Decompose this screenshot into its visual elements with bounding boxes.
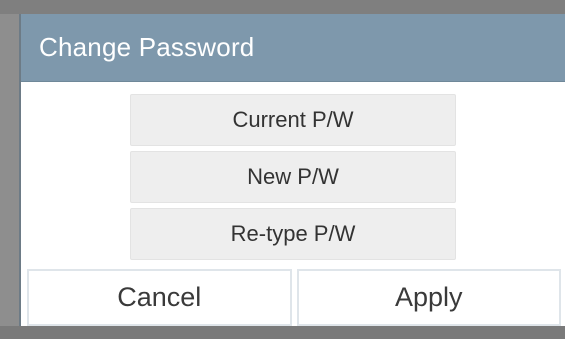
dialog-titlebar: Change Password <box>21 14 565 82</box>
dialog-title: Change Password <box>39 32 255 62</box>
apply-button[interactable]: Apply <box>296 269 561 326</box>
dialog-buttons: Cancel Apply <box>27 269 561 326</box>
change-password-dialog: Change Password Current P/W New P/W Re-t… <box>19 14 565 326</box>
background-overlay-top <box>0 0 565 14</box>
new-password-field[interactable]: New P/W <box>130 151 456 203</box>
password-fields: Current P/W New P/W Re-type P/W <box>130 94 456 265</box>
background-overlay-bottom <box>0 326 565 339</box>
screen: Change Password Current P/W New P/W Re-t… <box>0 0 565 339</box>
cancel-button[interactable]: Cancel <box>27 269 292 326</box>
current-password-field[interactable]: Current P/W <box>130 94 456 146</box>
retype-password-field[interactable]: Re-type P/W <box>130 208 456 260</box>
